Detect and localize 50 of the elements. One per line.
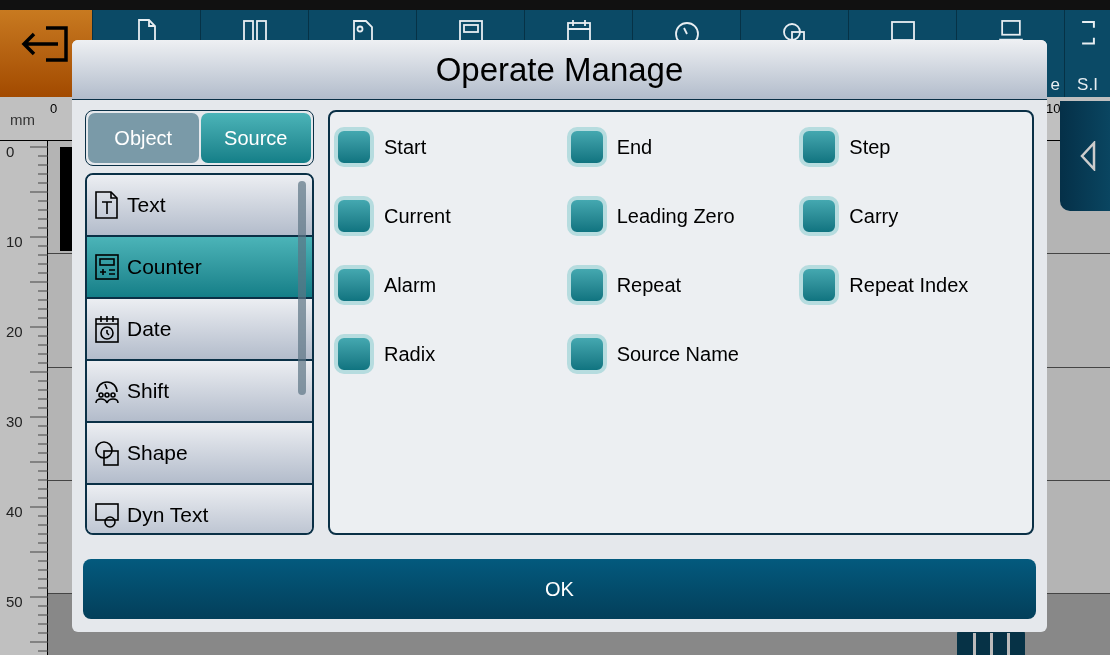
checkbox[interactable] bbox=[566, 334, 607, 374]
ruler-label: 0 bbox=[6, 142, 15, 162]
calculator-icon bbox=[93, 252, 121, 282]
option-label: Start bbox=[384, 135, 427, 160]
scrollbar[interactable] bbox=[298, 181, 306, 395]
object-list-item[interactable]: Counter bbox=[87, 237, 312, 299]
checkbox[interactable] bbox=[334, 334, 374, 374]
object-list-item[interactable]: Date bbox=[87, 299, 312, 361]
ruler-label: 0 bbox=[50, 100, 58, 118]
ruler-label: 40 bbox=[6, 502, 23, 522]
text-file-icon bbox=[93, 190, 121, 220]
option-label: Current bbox=[384, 204, 451, 229]
bottom-handle[interactable] bbox=[957, 630, 1025, 655]
object-list-item[interactable]: Text bbox=[87, 175, 312, 237]
option-label: Step bbox=[849, 135, 891, 160]
dialog-title: Operate Manage bbox=[435, 49, 684, 90]
option-label: Source Name bbox=[616, 342, 739, 367]
checkbox[interactable] bbox=[566, 265, 607, 305]
option-label: Leading Zero bbox=[616, 204, 735, 229]
tool-label: e bbox=[1050, 73, 1061, 96]
tool-label: S.I bbox=[1077, 73, 1098, 96]
object-list-item[interactable]: Dyn Text bbox=[87, 485, 312, 533]
object-list-item[interactable]: Shift bbox=[87, 361, 312, 423]
ruler-label: 10 bbox=[1046, 100, 1061, 118]
checkbox[interactable] bbox=[566, 196, 607, 236]
checkbox[interactable] bbox=[334, 265, 374, 305]
option-label: End bbox=[616, 135, 653, 160]
option-label: Radix bbox=[384, 342, 436, 367]
text-frame-icon bbox=[93, 500, 121, 530]
ruler-label: 30 bbox=[6, 412, 23, 432]
unit-label: mm bbox=[10, 110, 35, 130]
option-label: Repeat bbox=[616, 273, 682, 298]
triangle-left-icon bbox=[1080, 141, 1096, 171]
shapes-icon bbox=[93, 438, 121, 468]
checkbox[interactable] bbox=[799, 196, 840, 236]
ok-button[interactable]: OK bbox=[83, 559, 1036, 619]
side-panel-tab[interactable] bbox=[1060, 101, 1110, 211]
option-label: Repeat Index bbox=[849, 273, 969, 298]
checkbox[interactable] bbox=[566, 127, 607, 167]
ruler-label: 20 bbox=[6, 322, 23, 342]
checkbox[interactable] bbox=[334, 196, 374, 236]
ruler-label: 10 bbox=[6, 232, 23, 252]
option-label: Alarm bbox=[384, 273, 437, 298]
calendar-clock-icon bbox=[93, 314, 121, 344]
checkbox[interactable] bbox=[334, 127, 374, 167]
ruler-label: 50 bbox=[6, 592, 23, 612]
object-list-item[interactable]: Shape bbox=[87, 423, 312, 485]
checkbox[interactable] bbox=[799, 127, 840, 167]
option-label: Carry bbox=[849, 204, 899, 229]
checkbox[interactable] bbox=[799, 265, 840, 305]
